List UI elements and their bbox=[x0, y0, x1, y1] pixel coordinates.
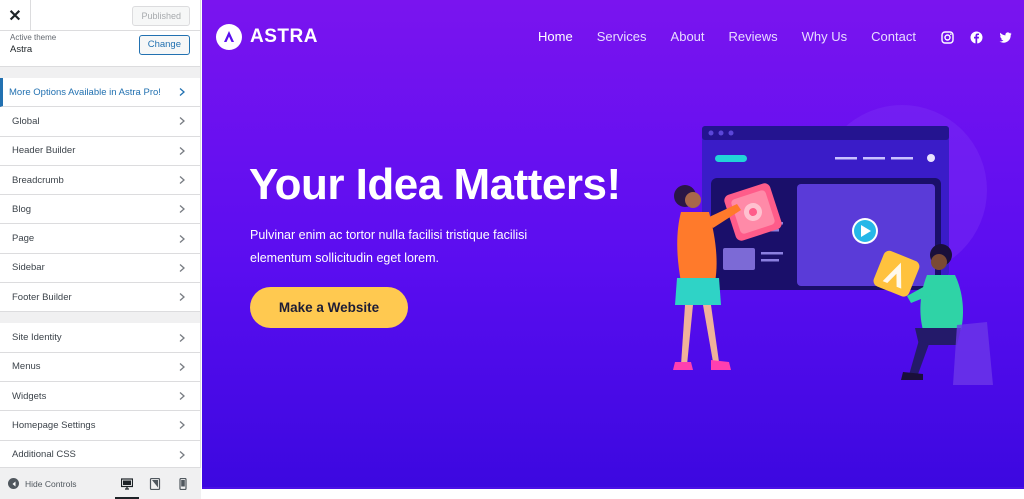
panel-item-label: Widgets bbox=[12, 390, 47, 402]
chevron-right-icon bbox=[176, 86, 188, 98]
active-theme-label: Active theme bbox=[10, 33, 57, 42]
mobile-icon[interactable] bbox=[173, 474, 193, 494]
chevron-right-icon bbox=[176, 115, 188, 127]
hero-description-line: elementum sollicitudin eget lorem. bbox=[250, 251, 439, 265]
change-theme-button[interactable]: Change bbox=[138, 35, 190, 55]
chevron-right-icon bbox=[176, 449, 188, 461]
instagram-icon[interactable] bbox=[940, 30, 954, 44]
nav-item-services[interactable]: Services bbox=[597, 29, 647, 44]
nav-item-contact[interactable]: Contact bbox=[871, 29, 916, 44]
chevron-right-icon bbox=[176, 174, 188, 186]
twitter-icon[interactable] bbox=[998, 30, 1012, 44]
site-preview: ASTRA Home Services About Reviews Why Us… bbox=[202, 0, 1024, 487]
panel-item-label: Additional CSS bbox=[12, 449, 76, 461]
panel-item-label: More Options Available in Astra Pro! bbox=[9, 86, 161, 98]
panel-item-label: Sidebar bbox=[12, 262, 45, 274]
panel-item-homepage-settings[interactable]: Homepage Settings bbox=[0, 411, 200, 441]
panel-item-label: Menus bbox=[12, 361, 41, 373]
hero-description: Pulvinar enim ac tortor nulla facilisi t… bbox=[250, 224, 570, 270]
customizer-footer: Hide Controls bbox=[0, 467, 201, 499]
customizer-header: ✕ Published bbox=[0, 0, 200, 31]
active-theme-name: Astra bbox=[10, 44, 33, 55]
chevron-right-icon bbox=[176, 145, 188, 157]
panel-item-site-identity[interactable]: Site Identity bbox=[0, 323, 200, 353]
chevron-right-icon bbox=[176, 332, 188, 344]
chevron-right-icon bbox=[176, 262, 188, 274]
panel-item-label: Global bbox=[12, 115, 40, 127]
chevron-right-icon bbox=[176, 203, 188, 215]
panel-item-footer-builder[interactable]: Footer Builder bbox=[0, 283, 200, 313]
panel-item-label: Header Builder bbox=[12, 145, 76, 157]
panel-item-header-builder[interactable]: Header Builder bbox=[0, 136, 200, 166]
chevron-right-icon bbox=[176, 419, 188, 431]
panel-item-breadcrumb[interactable]: Breadcrumb bbox=[0, 165, 200, 196]
hero-illustration bbox=[673, 105, 993, 385]
panel-item-sidebar[interactable]: Sidebar bbox=[0, 253, 200, 284]
panel-item-widgets[interactable]: Widgets bbox=[0, 381, 200, 412]
device-switcher bbox=[115, 474, 193, 499]
tablet-icon[interactable] bbox=[145, 474, 165, 494]
hide-controls-button[interactable]: Hide Controls bbox=[8, 478, 77, 489]
published-button[interactable]: Published bbox=[132, 6, 190, 26]
hero-description-line: Pulvinar enim ac tortor nulla facilisi t… bbox=[250, 228, 528, 242]
panel-list-main: More Options Available in Astra Pro! Glo… bbox=[0, 78, 200, 313]
astra-logo-icon bbox=[216, 24, 242, 50]
chevron-right-icon bbox=[176, 361, 188, 373]
panel-item-label: Site Identity bbox=[12, 332, 62, 344]
hero-title: Your Idea Matters! bbox=[249, 160, 621, 209]
nav-item-why-us[interactable]: Why Us bbox=[802, 29, 848, 44]
hide-controls-label: Hide Controls bbox=[25, 478, 77, 489]
chevron-right-icon bbox=[176, 291, 188, 303]
panel-item-blog[interactable]: Blog bbox=[0, 195, 200, 225]
nav-item-reviews[interactable]: Reviews bbox=[729, 29, 778, 44]
customizer-sidebar: ✕ Published Active theme Astra Change Mo… bbox=[0, 0, 201, 499]
active-theme-box: Active theme Astra Change bbox=[0, 31, 200, 67]
nav-item-home[interactable]: Home bbox=[538, 29, 573, 44]
section-gap bbox=[0, 312, 200, 324]
panel-list-wp: Site Identity Menus Widgets Homepage Set… bbox=[0, 323, 200, 470]
panel-item-label: Footer Builder bbox=[12, 291, 72, 303]
panel-item-menus[interactable]: Menus bbox=[0, 352, 200, 382]
panel-item-global[interactable]: Global bbox=[0, 107, 200, 137]
primary-nav: Home Services About Reviews Why Us Conta… bbox=[538, 29, 916, 44]
site-logo-text: ASTRA bbox=[250, 26, 318, 47]
social-icons bbox=[940, 30, 1012, 44]
chevron-right-icon bbox=[176, 233, 188, 245]
chevron-right-icon bbox=[176, 390, 188, 402]
desktop-icon[interactable] bbox=[115, 474, 139, 499]
close-button[interactable]: ✕ bbox=[0, 0, 31, 31]
panel-item-label: Page bbox=[12, 233, 35, 245]
facebook-icon[interactable] bbox=[969, 30, 983, 44]
panel-item-astra-pro[interactable]: More Options Available in Astra Pro! bbox=[0, 78, 200, 108]
panel-item-page[interactable]: Page bbox=[0, 224, 200, 254]
preview-page-bottom bbox=[202, 487, 1024, 499]
site-logo[interactable]: ASTRA bbox=[216, 24, 318, 50]
panel-item-label: Breadcrumb bbox=[12, 174, 64, 186]
make-website-button[interactable]: Make a Website bbox=[250, 287, 408, 328]
nav-item-about[interactable]: About bbox=[671, 29, 705, 44]
panel-item-label: Blog bbox=[12, 203, 32, 215]
section-gap bbox=[0, 67, 200, 78]
panel-item-additional-css[interactable]: Additional CSS bbox=[0, 440, 200, 470]
collapse-left-icon bbox=[8, 478, 19, 489]
panel-item-label: Homepage Settings bbox=[12, 419, 96, 431]
